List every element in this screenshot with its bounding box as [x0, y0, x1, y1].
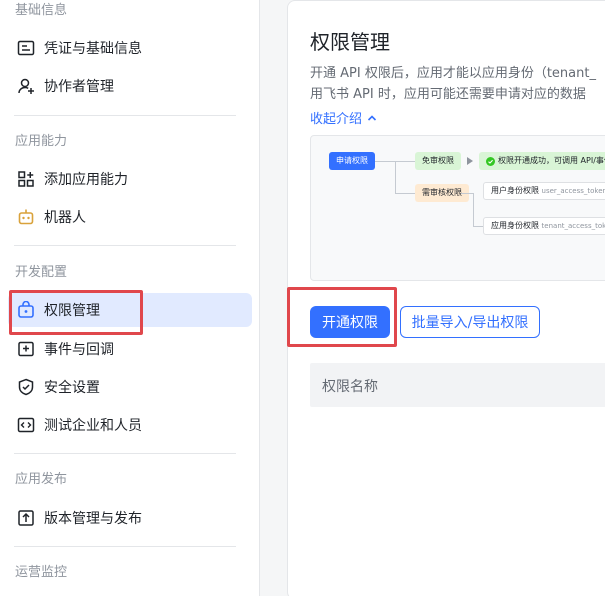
- collapse-intro-link[interactable]: 收起介绍: [310, 108, 378, 127]
- sidebar-item-security[interactable]: 安全设置: [8, 370, 252, 404]
- divider: [14, 245, 236, 246]
- sidebar-item-label: 测试企业和人员: [44, 418, 142, 434]
- diagram-connector: [461, 193, 473, 194]
- sidebar-item-label: 协作者管理: [44, 79, 114, 95]
- diagram-apply: 申请权限: [329, 152, 375, 170]
- diagram-app-identity-label: 应用身份权限: [491, 221, 539, 230]
- sidebar-item-label: 事件与回调: [44, 342, 114, 358]
- apps-grid-icon: [16, 169, 36, 189]
- divider: [14, 546, 236, 547]
- check-circle-icon: [486, 156, 495, 166]
- sidebar-item-label: 添加应用能力: [44, 172, 128, 188]
- section-title-monitoring: 运营监控: [15, 565, 68, 580]
- sidebar-item-permissions[interactable]: 权限管理: [8, 293, 252, 327]
- divider: [14, 453, 236, 454]
- divider: [14, 115, 236, 116]
- batch-import-export-button[interactable]: 批量导入/导出权限: [400, 306, 540, 338]
- intro-text: 开通 API 权限后，应用才能以应用身份（tenant_ 用飞书 API 时，应…: [310, 63, 605, 105]
- robot-icon: [16, 207, 36, 227]
- lock-icon: [16, 300, 36, 320]
- sidebar-item-label: 机器人: [44, 210, 86, 226]
- sidebar-item-versions[interactable]: 版本管理与发布: [8, 501, 252, 535]
- diagram-connector: [473, 226, 483, 227]
- id-card-icon: [16, 38, 36, 58]
- section-title-capabilities: 应用能力: [15, 134, 68, 149]
- diagram-no-review: 免审权限: [415, 152, 461, 170]
- sidebar-item-collaborators[interactable]: 协作者管理: [8, 69, 252, 103]
- diagram-tenant-token: tenant_access_token 调用: [541, 222, 605, 230]
- section-title-dev-config: 开发配置: [15, 265, 68, 280]
- permission-flow-diagram: 申请权限 免审权限 权限开通成功，可调用 API/事件 需审核权限 用户身份权限…: [310, 135, 605, 281]
- diagram-success-label: 权限开通成功，可调用 API/事件: [498, 156, 605, 165]
- diagram-connector: [395, 161, 396, 193]
- arrow-right-icon: [467, 157, 473, 165]
- sidebar-item-label: 安全设置: [44, 380, 100, 396]
- sidebar-item-bot[interactable]: 机器人: [8, 200, 252, 234]
- diagram-connector: [473, 193, 474, 226]
- column-header-permission-name: 权限名称: [322, 379, 378, 395]
- upload-icon: [16, 508, 36, 528]
- code-icon: [16, 415, 36, 435]
- main-card: 权限管理 开通 API 权限后，应用才能以应用身份（tenant_ 用飞书 AP…: [287, 0, 605, 596]
- section-title-publish: 应用发布: [15, 472, 68, 487]
- diagram-success: 权限开通成功，可调用 API/事件: [479, 152, 605, 170]
- diagram-connector: [395, 193, 415, 194]
- diagram-user-identity: 用户身份权限 user_access_token 调用: [483, 182, 605, 200]
- collapse-label: 收起介绍: [310, 112, 363, 127]
- intro-line: 用飞书 API 时，应用可能还需要申请对应的数据: [310, 87, 586, 102]
- sidebar-item-events[interactable]: 事件与回调: [8, 332, 252, 366]
- sidebar-item-credentials[interactable]: 凭证与基础信息: [8, 31, 252, 65]
- chevron-up-icon: [367, 114, 377, 121]
- open-permission-button[interactable]: 开通权限: [310, 306, 390, 338]
- shield-icon: [16, 377, 36, 397]
- sidebar: 基础信息 凭证与基础信息 协作者管理 应用能力 添加应用能力 机器人 开发配置 …: [0, 0, 260, 596]
- sidebar-item-label: 凭证与基础信息: [44, 41, 142, 57]
- sidebar-item-add-capability[interactable]: 添加应用能力: [8, 162, 252, 196]
- section-title-basic: 基础信息: [15, 3, 68, 18]
- diagram-app-identity: 应用身份权限 tenant_access_token 调用: [483, 217, 605, 235]
- event-icon: [16, 339, 36, 359]
- sidebar-item-test-tenant[interactable]: 测试企业和人员: [8, 408, 252, 442]
- diagram-user-token: user_access_token 调用: [541, 187, 605, 195]
- add-user-icon: [16, 76, 36, 96]
- permission-table-header: 权限名称: [310, 363, 605, 407]
- diagram-user-identity-label: 用户身份权限: [491, 186, 539, 195]
- intro-line: 开通 API 权限后，应用才能以应用身份（tenant_: [310, 66, 596, 81]
- sidebar-item-label: 权限管理: [44, 303, 100, 319]
- page-title: 权限管理: [310, 30, 390, 54]
- sidebar-item-label: 版本管理与发布: [44, 511, 142, 527]
